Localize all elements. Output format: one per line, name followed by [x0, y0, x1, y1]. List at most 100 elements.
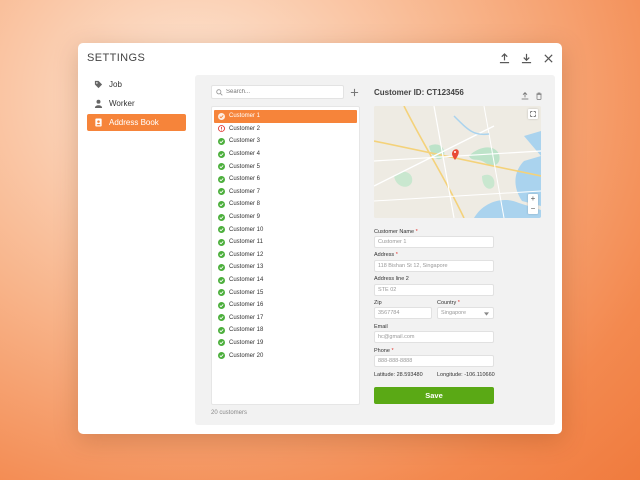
- list-item-label: Customer 1: [229, 113, 261, 120]
- check-circle-icon: [218, 326, 225, 334]
- upload-icon[interactable]: [521, 87, 529, 105]
- list-item[interactable]: Customer 11: [214, 236, 357, 249]
- list-item-label: Customer 9: [229, 214, 261, 221]
- check-circle-icon: [218, 137, 225, 145]
- address-field[interactable]: [374, 260, 494, 272]
- fullscreen-icon[interactable]: [528, 109, 538, 119]
- email-label: Email: [374, 324, 388, 330]
- sidebar-item-job[interactable]: Job: [87, 76, 186, 93]
- window-actions: [497, 51, 555, 65]
- selected-check-icon: [218, 112, 225, 120]
- list-item[interactable]: Customer 10: [214, 223, 357, 236]
- customer-id: Customer ID: CT123456: [374, 88, 464, 97]
- list-item[interactable]: Customer 20: [214, 349, 357, 362]
- list-item[interactable]: Customer 19: [214, 337, 357, 350]
- search-input[interactable]: [226, 89, 343, 95]
- list-item[interactable]: Customer 4: [214, 148, 357, 161]
- list-item-label: Customer 14: [229, 277, 264, 284]
- list-item-label: Customer 16: [229, 302, 264, 309]
- location-map[interactable]: + −: [374, 106, 541, 218]
- check-circle-icon: [218, 314, 225, 322]
- add-customer-button[interactable]: [348, 85, 360, 99]
- settings-window: SETTINGS Job Worker Address Book Search.…: [78, 43, 562, 434]
- window-title: SETTINGS: [87, 52, 146, 64]
- list-item-label: Customer 18: [229, 327, 264, 334]
- person-icon: [93, 99, 103, 109]
- list-item[interactable]: Customer 15: [214, 286, 357, 299]
- list-item-label: Customer 8: [229, 201, 261, 208]
- sidebar-item-label: Job: [109, 80, 122, 89]
- longitude-text: Longitude: -106.110660: [437, 372, 495, 378]
- tag-icon: [93, 80, 103, 90]
- check-circle-icon: [218, 301, 225, 309]
- close-icon[interactable]: [541, 51, 555, 65]
- check-circle-icon: [218, 263, 225, 271]
- warning-circle-icon: [218, 125, 225, 133]
- chevron-down-icon: [484, 312, 489, 316]
- check-circle-icon: [218, 150, 225, 158]
- list-item[interactable]: Customer 5: [214, 160, 357, 173]
- list-item-label: Customer 20: [229, 352, 264, 359]
- list-item[interactable]: Customer 13: [214, 261, 357, 274]
- customer-name-field[interactable]: [374, 236, 494, 248]
- list-item[interactable]: Customer 9: [214, 211, 357, 224]
- list-item-label: Customer 4: [229, 151, 261, 158]
- plus-icon: [350, 88, 358, 96]
- customer-name-label: Customer Name *: [374, 229, 418, 235]
- check-circle-icon: [218, 276, 225, 284]
- zoom-out-button[interactable]: −: [528, 204, 538, 214]
- country-select[interactable]: Singapore: [437, 307, 494, 319]
- list-item[interactable]: Customer 14: [214, 274, 357, 287]
- list-item-label: Customer 10: [229, 226, 264, 233]
- check-circle-icon: [218, 238, 225, 246]
- check-circle-icon: [218, 251, 225, 259]
- list-item-label: Customer 6: [229, 176, 261, 183]
- list-item-label: Customer 17: [229, 314, 264, 321]
- sidebar-item-address-book[interactable]: Address Book: [87, 114, 186, 131]
- list-item[interactable]: Customer 8: [214, 198, 357, 211]
- address-book-icon: [93, 118, 103, 128]
- customer-count: 20 customers: [211, 410, 248, 416]
- list-item-label: Customer 3: [229, 138, 261, 145]
- check-circle-icon: [218, 339, 225, 347]
- sidebar-item-worker[interactable]: Worker: [87, 95, 186, 112]
- list-item[interactable]: Customer 2: [214, 123, 357, 136]
- check-circle-icon: [218, 163, 225, 171]
- trash-icon[interactable]: [535, 87, 543, 105]
- map-zoom-control: + −: [528, 194, 538, 214]
- list-item[interactable]: Customer 18: [214, 324, 357, 337]
- sidebar-item-label: Address Book: [109, 118, 159, 127]
- list-item[interactable]: Customer 16: [214, 299, 357, 312]
- check-circle-icon: [218, 352, 225, 360]
- list-item[interactable]: Customer 6: [214, 173, 357, 186]
- detail-actions: [521, 87, 543, 105]
- search-icon: [216, 83, 223, 101]
- list-item-label: Customer 19: [229, 339, 264, 346]
- customer-detail: Customer ID: CT123456 + − Customer Name …: [374, 75, 546, 425]
- email-field[interactable]: [374, 331, 494, 343]
- phone-field[interactable]: [374, 355, 494, 367]
- upload-icon[interactable]: [497, 51, 511, 65]
- list-item-label: Customer 15: [229, 289, 264, 296]
- check-circle-icon: [218, 188, 225, 196]
- list-item-label: Customer 7: [229, 188, 261, 195]
- zip-field[interactable]: [374, 307, 432, 319]
- list-item[interactable]: Customer 3: [214, 135, 357, 148]
- address2-label: Address line 2: [374, 276, 409, 282]
- address2-field[interactable]: [374, 284, 494, 296]
- list-item[interactable]: Customer 12: [214, 249, 357, 262]
- list-item[interactable]: Customer 7: [214, 186, 357, 199]
- list-item[interactable]: Customer 17: [214, 312, 357, 325]
- list-item[interactable]: Customer 1: [214, 110, 357, 123]
- sidebar-item-label: Worker: [109, 99, 135, 108]
- list-item-label: Customer 13: [229, 264, 264, 271]
- check-circle-icon: [218, 213, 225, 221]
- check-circle-icon: [218, 226, 225, 234]
- check-circle-icon: [218, 289, 225, 297]
- address-label: Address *: [374, 252, 398, 258]
- save-button[interactable]: Save: [374, 387, 494, 404]
- download-icon[interactable]: [519, 51, 533, 65]
- zoom-in-button[interactable]: +: [528, 194, 538, 204]
- search-box: [211, 85, 344, 99]
- country-label: Country *: [437, 300, 460, 306]
